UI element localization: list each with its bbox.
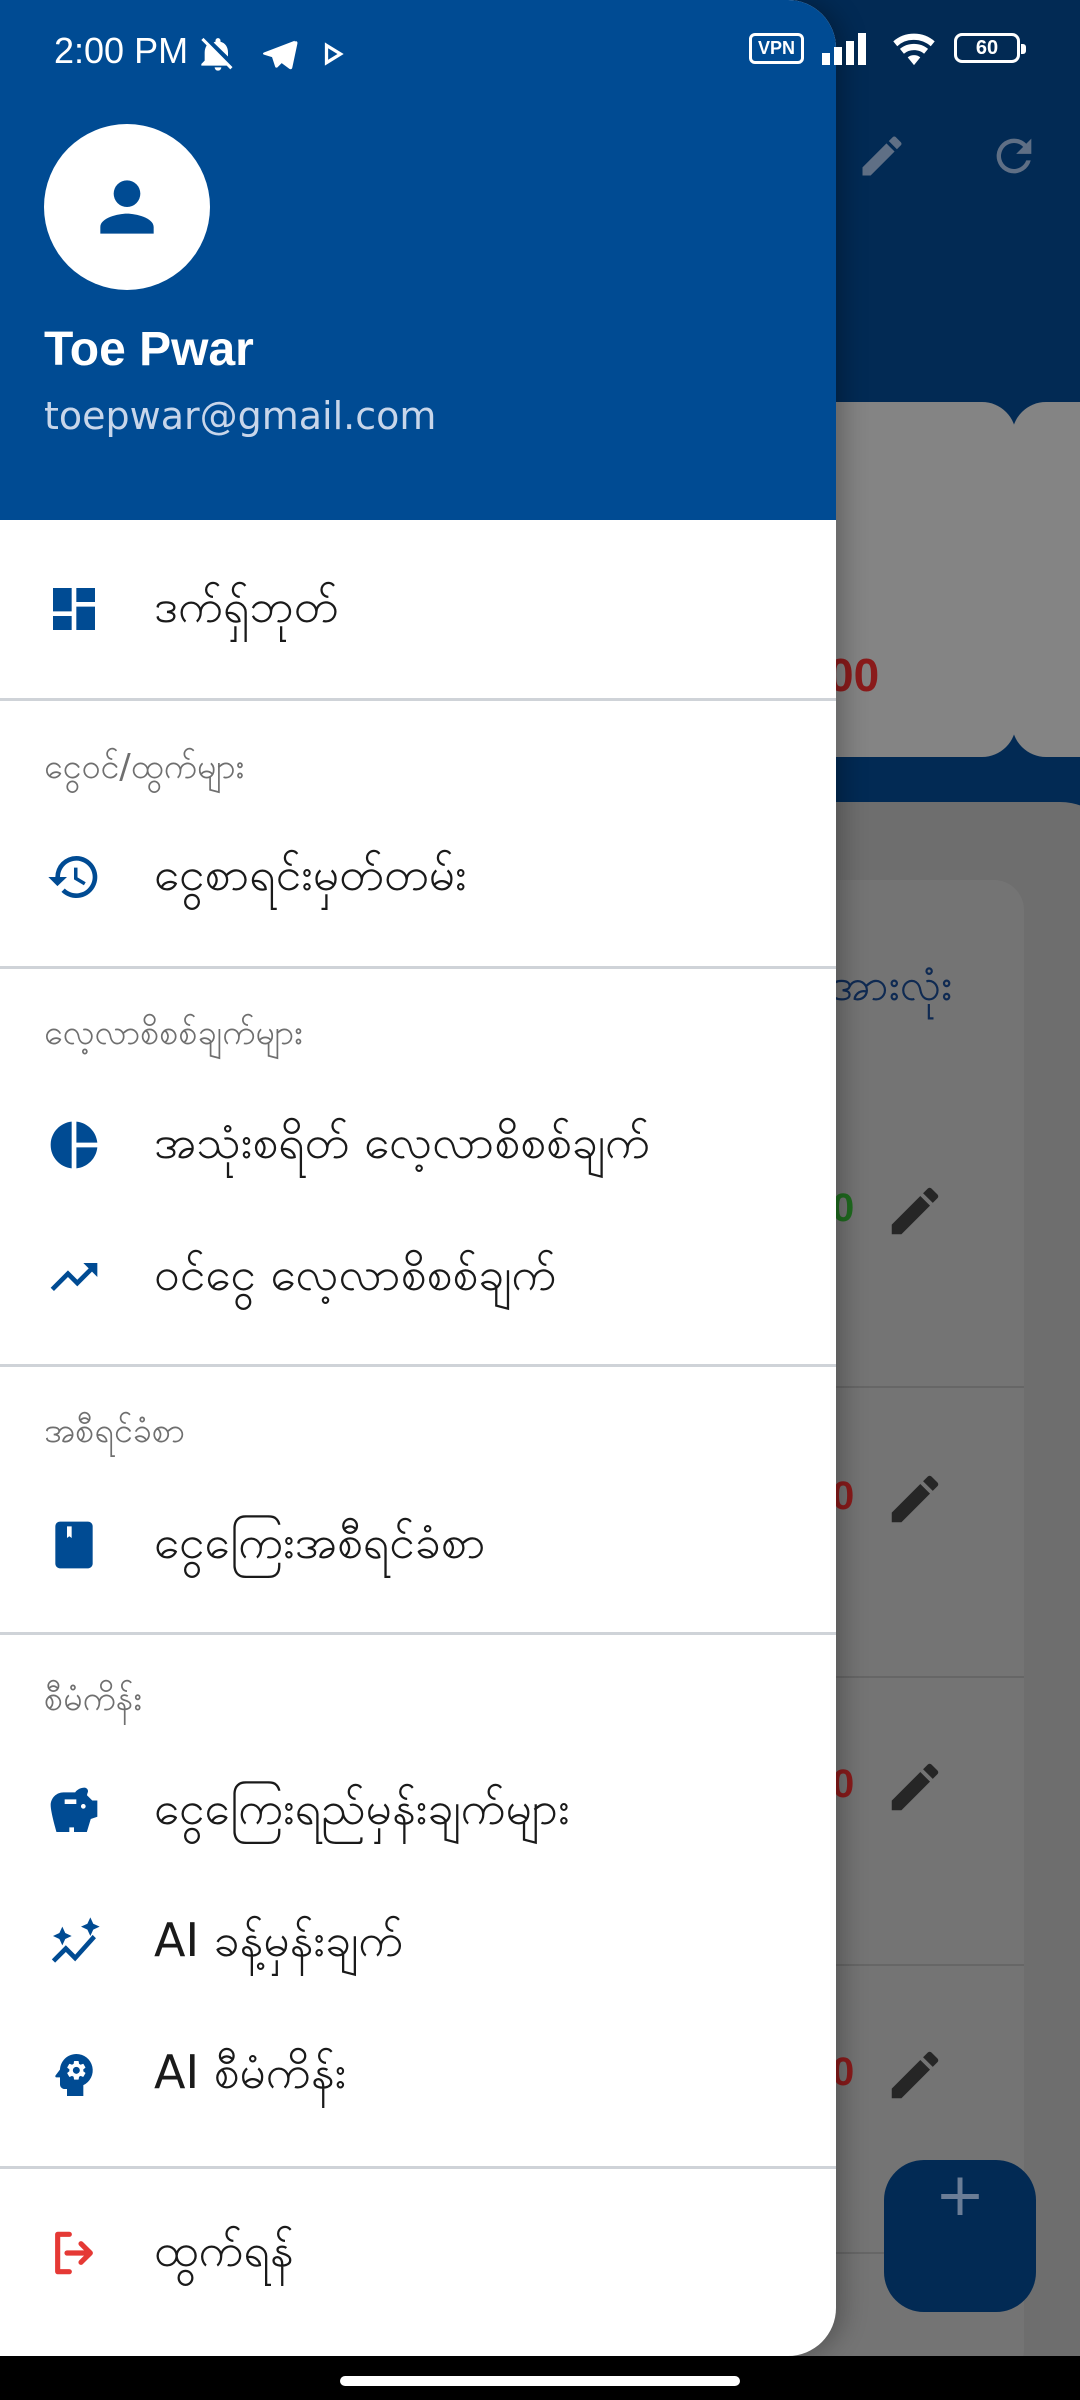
menu-item-label: ငွေကြေးရည်မှန်းချက်များ xyxy=(154,1781,570,1835)
bell-off-icon xyxy=(201,37,233,71)
status-time: 2:00 PM xyxy=(54,30,189,71)
section-divider xyxy=(0,966,836,969)
section-divider xyxy=(0,698,836,701)
section-label-analysis: လေ့လာစိစစ်ချက်များ xyxy=(44,1013,303,1053)
piggy-bank-icon xyxy=(50,1787,98,1832)
logout-icon xyxy=(55,2231,93,2275)
vpn-icon: VPN xyxy=(748,32,804,64)
menu-item-transaction-history[interactable]: ငွေစာရင်းမှတ်တမ်း xyxy=(0,822,836,932)
person-icon xyxy=(100,180,154,234)
book-icon xyxy=(55,1521,93,1569)
play-store-icon xyxy=(324,42,344,66)
menu-item-label: ဒက်ရှ်ဘုတ် xyxy=(154,579,339,633)
section-label-planning: စီမံကိန်း xyxy=(44,1679,143,1719)
list-filter-all[interactable]: အားလုံး xyxy=(830,958,952,1022)
home-gesture-handle[interactable] xyxy=(340,2376,740,2386)
menu-item-label: AI ခန့်မှန်းချက် xyxy=(154,1913,404,1967)
menu-item-label: အသုံးစရိတ် လေ့လာစိစစ်ချက် xyxy=(154,1115,651,1169)
plus-icon: + xyxy=(934,2160,986,2230)
wifi-icon xyxy=(893,33,935,66)
user-name: Toe Pwar xyxy=(44,323,254,376)
ai-forecast-icon xyxy=(51,1917,100,1963)
edit-icon[interactable] xyxy=(884,1756,946,1818)
menu-item-label: ဝင်ငွေ လေ့လာစိစစ်ချက် xyxy=(154,1247,557,1301)
refresh-icon[interactable] xyxy=(988,130,1040,182)
edit-icon[interactable] xyxy=(884,1180,946,1242)
menu-item-ai-forecast[interactable]: AI ခန့်မှန်းချက် xyxy=(0,1888,836,1998)
edit-icon[interactable] xyxy=(884,2044,946,2106)
menu-item-label: ထွက်ရန် xyxy=(154,2223,294,2277)
menu-item-label: ငွေကြေးအစီရင်ခံစာ xyxy=(154,1515,486,1569)
ai-planning-icon xyxy=(55,2053,93,2096)
menu-item-financial-report[interactable]: ငွေကြေးအစီရင်ခံစာ xyxy=(0,1490,836,1600)
menu-item-ai-planning[interactable]: AI စီမံကိန်း xyxy=(0,2020,836,2130)
telegram-icon xyxy=(263,40,298,70)
edit-icon[interactable] xyxy=(856,130,908,182)
navigation-drawer: Toe Pwar toepwar@gmail.com ဒက်ရှ်ဘုတ် ငွ… xyxy=(0,0,836,2356)
dashboard-icon xyxy=(53,588,95,630)
menu-item-logout[interactable]: ထွက်ရန် xyxy=(0,2198,836,2308)
summary-card[interactable] xyxy=(1012,402,1080,757)
trending-up-icon xyxy=(50,1263,98,1291)
section-label-transactions: ငွေဝင်/ထွက်များ xyxy=(44,747,245,787)
menu-item-financial-goals[interactable]: ငွေကြေးရည်မှန်းချက်များ xyxy=(0,1756,836,1866)
menu-item-dashboard[interactable]: ဒက်ရှ်ဘုတ် xyxy=(0,554,836,664)
section-divider xyxy=(0,1632,836,1635)
history-icon xyxy=(48,856,98,898)
menu-item-label: AI စီမံကိန်း xyxy=(154,2045,347,2099)
menu-item-label: ငွေစာရင်းမှတ်တမ်း xyxy=(154,847,467,901)
menu-item-expense-analysis[interactable]: အသုံးစရိတ် လေ့လာစိစစ်ချက် xyxy=(0,1090,836,1200)
system-navigation-bar xyxy=(0,2356,1080,2400)
signal-icon xyxy=(822,33,866,65)
section-divider xyxy=(0,1364,836,1367)
pie-chart-icon xyxy=(50,1121,98,1169)
add-transaction-button[interactable]: + xyxy=(884,2160,1036,2312)
section-divider xyxy=(0,2166,836,2169)
section-label-report: အစီရင်ခံစာ xyxy=(44,1411,185,1451)
battery-icon: 60 xyxy=(954,33,1026,63)
status-bar: 2:00 PM VPN 60 xyxy=(0,0,1080,104)
avatar[interactable] xyxy=(44,124,210,290)
user-email: toepwar@gmail.com xyxy=(44,394,437,438)
menu-item-income-analysis[interactable]: ဝင်ငွေ လေ့လာစိစစ်ချက် xyxy=(0,1222,836,1332)
edit-icon[interactable] xyxy=(884,1468,946,1530)
